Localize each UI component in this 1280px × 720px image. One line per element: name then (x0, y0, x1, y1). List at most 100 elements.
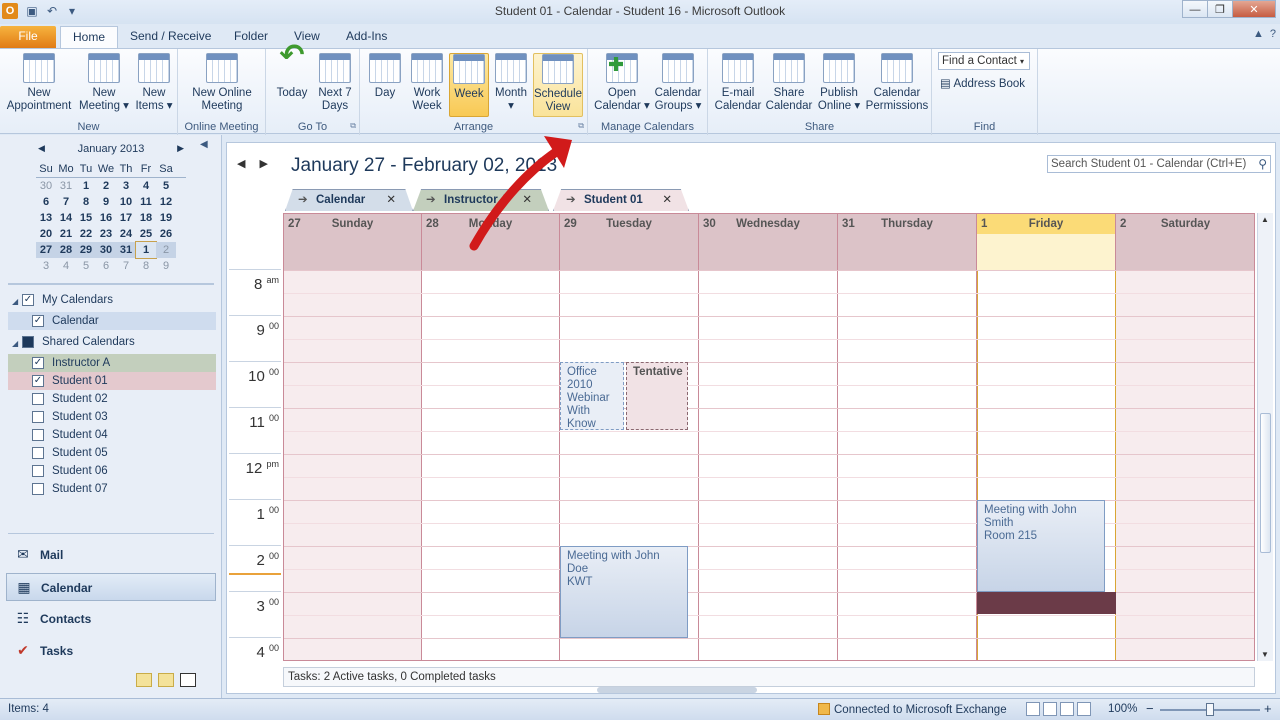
new-meeting-button[interactable]: New Meeting ▾ (76, 53, 132, 113)
email-calendar-button[interactable]: E-mail Calendar (712, 53, 764, 113)
my-calendars-header[interactable]: My Calendars (42, 294, 113, 306)
connection-status[interactable]: Connected to Microsoft Exchange (818, 703, 1007, 716)
shortcuts-icon[interactable] (180, 673, 196, 687)
calendar-checkbox[interactable]: ✓ (32, 315, 44, 327)
calendar-item-student-03[interactable]: Student 03 (8, 408, 216, 426)
minical-day[interactable]: 16 (96, 210, 116, 226)
find-contact-input[interactable]: Find a Contact ▾ (938, 52, 1030, 70)
collapse-ribbon-icon[interactable]: ▲ (1253, 28, 1264, 40)
search-icon[interactable]: ⚲ (1258, 156, 1267, 172)
close-button[interactable]: ✕ (1232, 0, 1276, 18)
normal-view-icon[interactable] (1026, 702, 1040, 716)
zoom-level[interactable]: 100% (1108, 703, 1137, 715)
shared-calendars-header[interactable]: Shared Calendars (42, 336, 135, 348)
overlay-arrow-icon[interactable]: ➔ (426, 190, 436, 210)
minical-day[interactable]: 19 (156, 210, 176, 226)
minical-day[interactable]: 1 (135, 241, 157, 259)
minical-day[interactable]: 30 (36, 178, 56, 194)
folder-list-icon[interactable] (158, 673, 174, 687)
minical-day[interactable]: 8 (76, 194, 96, 210)
minical-day[interactable]: 3 (116, 178, 136, 194)
address-book-button[interactable]: ▤ Address Book (940, 76, 1025, 90)
day-column[interactable] (838, 270, 977, 660)
minical-day[interactable]: 2 (96, 178, 116, 194)
minimize-button[interactable]: — (1182, 0, 1208, 18)
minical-day[interactable]: 17 (116, 210, 136, 226)
list-view-icon[interactable] (1077, 702, 1091, 716)
next-month-icon[interactable]: ▶ (177, 143, 184, 154)
arrange-launcher-icon[interactable]: ⧉ (578, 121, 584, 131)
minical-day[interactable]: 13 (36, 210, 56, 226)
nav-contacts-button[interactable]: ☷ Contacts (6, 605, 216, 633)
day-header[interactable]: 27 Sunday (284, 214, 422, 270)
minical-day[interactable]: 18 (136, 210, 156, 226)
minical-day[interactable]: 20 (36, 226, 56, 242)
collapse-nav-icon[interactable]: ◀ (200, 139, 208, 150)
work-week-view-button[interactable]: Work Week (406, 53, 448, 113)
appointment-meeting-john-smith[interactable]: Meeting with John Smith Room 215 (977, 500, 1105, 592)
close-tab-icon[interactable]: ✕ (662, 190, 672, 210)
calendar-checkbox[interactable]: ✓ (32, 375, 44, 387)
new-online-meeting-button[interactable]: New Online Meeting (186, 53, 258, 113)
zoom-in-button[interactable]: + (1264, 701, 1272, 716)
calendar-item-student-07[interactable]: Student 07 (8, 480, 216, 498)
minical-day[interactable]: 23 (96, 226, 116, 242)
minical-day[interactable]: 3 (36, 258, 56, 274)
tab-student-01[interactable]: ➔ Student 01 ✕ (553, 189, 689, 211)
scroll-down-icon[interactable]: ▼ (1261, 650, 1269, 659)
appointment-meeting-john-doe[interactable]: Meeting with John Doe KWT (560, 546, 688, 638)
my-calendars-checkbox[interactable]: ✓ (22, 294, 34, 306)
day-header[interactable]: 31 Thursday (838, 214, 977, 270)
calendar-checkbox[interactable] (32, 411, 44, 423)
minical-day[interactable]: 6 (96, 258, 116, 274)
minical-day[interactable]: 15 (76, 210, 96, 226)
minical-day[interactable]: 4 (136, 178, 156, 194)
minical-day[interactable]: 2 (156, 242, 176, 258)
appointment-tentative[interactable]: Tentative (626, 362, 688, 430)
publish-online-button[interactable]: Publish Online ▾ (814, 53, 864, 113)
day-header[interactable]: 30 Wednesday (699, 214, 838, 270)
minical-day[interactable]: 6 (36, 194, 56, 210)
minical-day[interactable]: 5 (76, 258, 96, 274)
prev-month-icon[interactable]: ◀ (38, 143, 45, 154)
minical-day[interactable]: 31 (116, 242, 136, 258)
calendar-checkbox[interactable] (32, 393, 44, 405)
day-column[interactable] (1116, 270, 1254, 660)
shared-calendars-checkbox[interactable] (22, 336, 34, 348)
tab-folder[interactable]: Folder (222, 26, 280, 48)
nav-tasks-button[interactable]: ✔ Tasks (6, 637, 216, 665)
minical-day[interactable]: 12 (156, 194, 176, 210)
appointment-webinar[interactable]: Office 2010 Webinar With Know Student 0 (560, 362, 624, 430)
minical-day[interactable]: 26 (156, 226, 176, 242)
day-header[interactable]: 29 Tuesday (560, 214, 699, 270)
minical-day[interactable]: 31 (56, 178, 76, 194)
calendar-permissions-button[interactable]: Calendar Permissions (864, 53, 930, 113)
calendar-item-student-01[interactable]: ✓ Student 01 (8, 372, 216, 390)
minical-day[interactable]: 9 (156, 258, 176, 274)
calendar-checkbox[interactable]: ✓ (32, 357, 44, 369)
day-view-button[interactable]: Day (366, 53, 404, 100)
schedule-view-button[interactable]: Schedule View (533, 53, 583, 117)
calendar-checkbox[interactable] (32, 465, 44, 477)
go-to-launcher-icon[interactable]: ⧉ (350, 121, 356, 131)
calendar-item-student-06[interactable]: Student 06 (8, 462, 216, 480)
week-view-button[interactable]: Week (449, 53, 489, 117)
calendar-groups-button[interactable]: Calendar Groups ▾ (650, 53, 706, 113)
minical-day[interactable]: 21 (56, 226, 76, 242)
help-icon[interactable]: ? (1270, 28, 1276, 40)
next-7-days-button[interactable]: Next 7 Days (314, 53, 356, 113)
minical-day[interactable]: 29 (76, 242, 96, 258)
notes-icon[interactable] (136, 673, 152, 687)
minical-day[interactable]: 30 (96, 242, 116, 258)
zoom-slider-knob[interactable] (1206, 703, 1214, 716)
scroll-thumb[interactable] (1260, 413, 1271, 553)
minical-day[interactable]: 25 (136, 226, 156, 242)
nav-calendar-button[interactable]: ▦ Calendar (6, 573, 216, 601)
expand-shared-calendars-icon[interactable]: ◢ (12, 339, 18, 348)
maximize-button[interactable]: ❐ (1207, 0, 1233, 18)
overlay-arrow-icon[interactable]: ➔ (298, 190, 308, 210)
minical-day[interactable]: 1 (76, 178, 96, 194)
minical-day[interactable]: 28 (56, 242, 76, 258)
nav-mail-button[interactable]: ✉ Mail (6, 541, 216, 569)
minical-day[interactable]: 9 (96, 194, 116, 210)
